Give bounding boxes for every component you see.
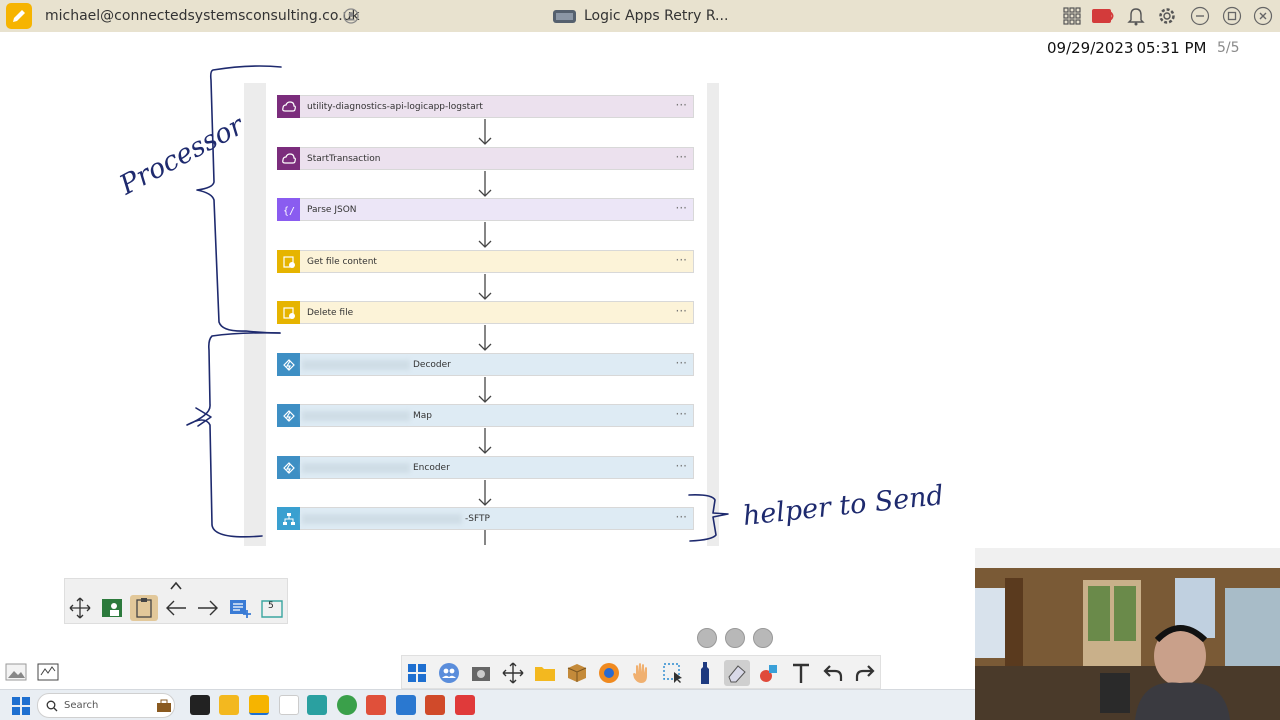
select-button[interactable] <box>660 660 686 686</box>
briefcase-icon <box>157 699 171 712</box>
move-button[interactable] <box>66 595 94 621</box>
eraser-pen-tool[interactable] <box>697 628 717 648</box>
text-button[interactable] <box>788 660 814 686</box>
redo-icon <box>855 665 875 681</box>
windows-icon <box>408 664 426 682</box>
taskbar-app-s2[interactable] <box>396 695 416 715</box>
arrow-left-icon <box>166 600 186 616</box>
taskbar-app-pen[interactable] <box>249 695 269 715</box>
undo-button[interactable] <box>820 660 846 686</box>
eraser-button[interactable] <box>724 660 750 686</box>
people-icon <box>439 663 459 683</box>
taskbar-app-s1[interactable] <box>366 695 386 715</box>
hand-icon <box>633 663 647 683</box>
redo-button[interactable] <box>852 660 878 686</box>
annotation-toolbar <box>401 655 881 689</box>
add-page-icon <box>230 600 251 618</box>
forward-button[interactable] <box>194 595 222 621</box>
page-number: 5 <box>268 601 274 611</box>
select-icon <box>663 663 682 683</box>
move-tool-button[interactable] <box>500 660 526 686</box>
move-icon <box>69 597 91 619</box>
webcam-feed <box>975 548 1280 720</box>
taskbar-app-code[interactable] <box>307 695 327 715</box>
helper-bracket <box>688 494 729 542</box>
image-icon[interactable] <box>4 661 28 683</box>
present-button[interactable] <box>98 595 126 621</box>
clipboard-icon <box>136 598 152 618</box>
chevron-up-icon[interactable] <box>168 580 184 592</box>
move-icon <box>502 662 524 684</box>
package-button[interactable] <box>564 660 590 686</box>
helper-annotation: helper to Send <box>741 480 945 532</box>
add-page-button[interactable] <box>226 595 254 621</box>
undo-icon <box>823 665 843 681</box>
browser-button[interactable] <box>596 660 622 686</box>
shapes-button[interactable] <box>756 660 782 686</box>
processor-brace <box>196 65 282 334</box>
arrow-right-icon <box>198 600 218 616</box>
taskbar-app-powerpoint[interactable] <box>425 695 445 715</box>
folder-button[interactable] <box>532 660 558 686</box>
taskbar-app-terminal[interactable] <box>190 695 210 715</box>
search-icon <box>46 700 58 712</box>
taskbar-app-chrome[interactable] <box>337 695 357 715</box>
processor-annotation: Processor <box>114 109 251 201</box>
eraser-icon <box>728 665 746 683</box>
shapes-icon <box>760 665 777 682</box>
marker-button[interactable] <box>692 660 718 686</box>
clipboard-button[interactable] <box>130 595 158 621</box>
screenshot-button[interactable] <box>468 660 494 686</box>
marker-icon <box>701 662 709 684</box>
whiteboard-icon[interactable] <box>36 661 60 683</box>
page-number-button[interactable]: 5 <box>258 595 286 621</box>
package-icon <box>567 664 587 682</box>
taskbar-app-c[interactable] <box>455 695 475 715</box>
camera-icon <box>472 667 490 681</box>
start-icon[interactable] <box>12 697 30 715</box>
hand-pen-tool[interactable] <box>725 628 745 648</box>
screen: michael@connectedsystemsconsulting.co.uk… <box>0 0 1280 720</box>
webcam-image <box>975 548 1280 720</box>
trash-pen-tool[interactable] <box>753 628 773 648</box>
back-button[interactable] <box>162 595 190 621</box>
taskbar-search[interactable]: Search <box>37 693 175 718</box>
lower-brace <box>186 332 281 538</box>
presenter-icon <box>102 599 122 617</box>
people-button[interactable] <box>436 660 462 686</box>
taskbar-app-media[interactable] <box>279 695 299 715</box>
search-label: Search <box>64 700 99 711</box>
text-icon <box>793 663 809 683</box>
windows-button[interactable] <box>404 660 430 686</box>
floating-toolbar: 5 <box>64 578 288 624</box>
folder-icon <box>535 667 555 681</box>
browser-icon <box>599 663 619 683</box>
hand-tool-button[interactable] <box>628 660 654 686</box>
taskbar-app-explorer[interactable] <box>219 695 239 715</box>
